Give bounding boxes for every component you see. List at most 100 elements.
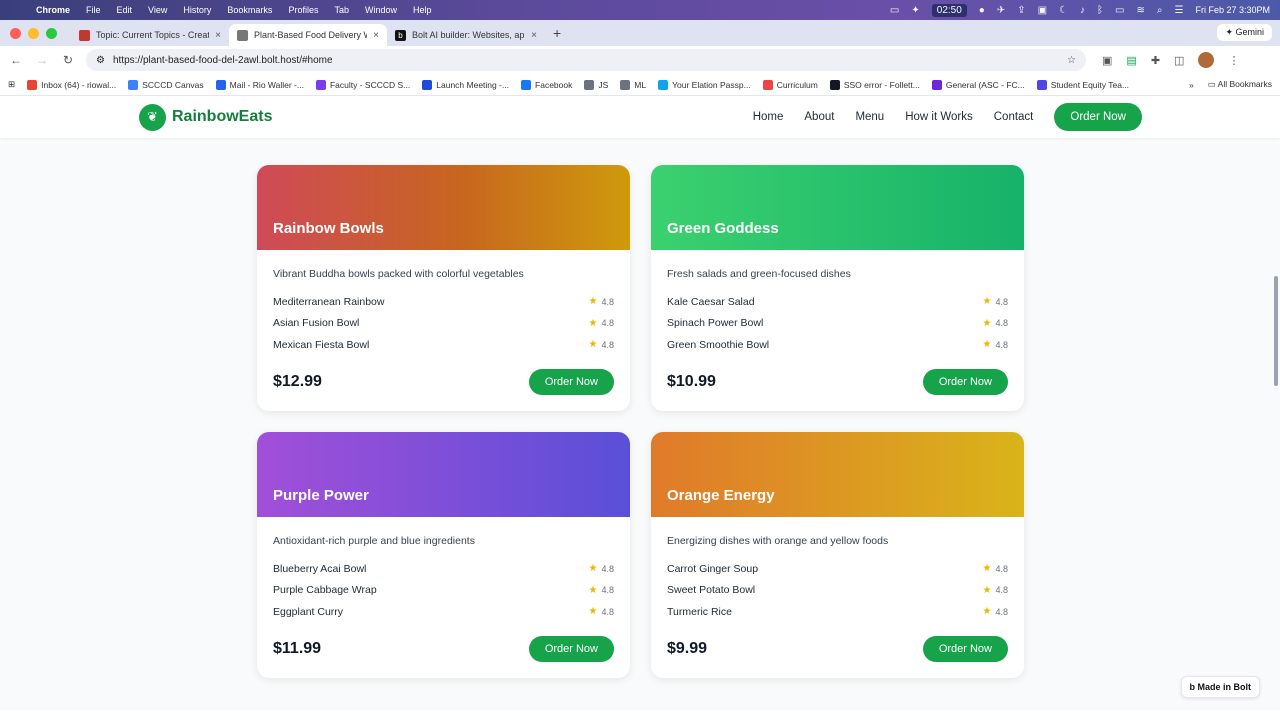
new-tab-button[interactable]: + <box>553 25 561 41</box>
airplane-icon[interactable]: ✈ <box>997 5 1005 16</box>
bookmark-item[interactable]: Your Elation Passp... <box>658 79 751 90</box>
battery-icon[interactable]: ▭ <box>1115 5 1124 16</box>
chrome-menu-icon[interactable]: ⋮ <box>1228 54 1239 67</box>
made-in-bolt-badge[interactable]: b Made in Bolt <box>1180 676 1260 698</box>
menu-item-row[interactable]: Blueberry Acai Bowl ★ 4.8 <box>273 558 614 580</box>
chevron-double-right-icon[interactable]: » <box>1189 80 1194 90</box>
address-bar[interactable]: ⚙ https://plant-based-food-del-2awl.bolt… <box>86 49 1086 71</box>
menu-file[interactable]: File <box>86 5 101 15</box>
close-tab-icon[interactable]: × <box>215 30 221 41</box>
tab-bolt[interactable]: b Bolt AI builder: Websites, app × <box>387 24 545 46</box>
sparkle-icon[interactable]: ✦ <box>911 5 919 16</box>
apps-grid-icon[interactable]: ⊞ <box>8 79 15 90</box>
control-center-icon[interactable]: ☰ <box>1175 5 1184 16</box>
bookmark-item[interactable]: ML <box>620 79 646 90</box>
tab-plant-based-food[interactable]: Plant-Based Food Delivery W × <box>229 24 387 46</box>
star-icon: ★ <box>982 584 992 596</box>
upload-icon[interactable]: ⇪ <box>1017 5 1025 16</box>
gemini-button[interactable]: ✦ Gemini <box>1217 24 1272 41</box>
back-arrow-icon[interactable]: ← <box>8 53 24 67</box>
nav-how-it-works[interactable]: How it Works <box>905 111 973 123</box>
bookmark-label: General (ASC - FC... <box>945 79 1025 90</box>
menu-help[interactable]: Help <box>413 5 432 15</box>
nav-home[interactable]: Home <box>753 111 784 123</box>
card-order-now-button[interactable]: Order Now <box>922 369 1008 395</box>
close-tab-icon[interactable]: × <box>373 30 379 41</box>
screen-icon[interactable]: ▭ <box>890 5 899 16</box>
menu-item-row[interactable]: Turmeric Rice ★ 4.8 <box>667 601 1008 623</box>
bookmark-item[interactable]: Mail - Rio Waller -... <box>215 79 304 90</box>
header-order-now-button[interactable]: Order Now <box>1054 103 1142 131</box>
tab-label: Topic: Current Topics - Creat <box>96 30 210 40</box>
reload-icon[interactable]: ↻ <box>60 53 76 67</box>
menu-item-row[interactable]: Sweet Potato Bowl ★ 4.8 <box>667 580 1008 602</box>
menu-item-row[interactable]: Purple Cabbage Wrap ★ 4.8 <box>273 580 614 602</box>
nav-contact[interactable]: Contact <box>994 111 1034 123</box>
bookmark-item[interactable]: General (ASC - FC... <box>931 79 1025 90</box>
clock[interactable]: Fri Feb 27 3:30PM <box>1195 5 1270 15</box>
profile-avatar[interactable] <box>1198 52 1215 68</box>
menu-item-row[interactable]: Kale Caesar Salad ★ 4.8 <box>667 291 1008 313</box>
side-panel-icon[interactable]: ◫ <box>1174 54 1184 67</box>
forward-arrow-icon[interactable]: → <box>34 53 50 67</box>
bookmark-item[interactable]: Faculty - SCCCD S... <box>315 79 411 90</box>
extension-icon[interactable]: ▣ <box>1102 54 1112 67</box>
menu-item-row[interactable]: Mexican Fiesta Bowl ★ 4.8 <box>273 334 614 356</box>
extensions-puzzle-icon[interactable]: ✚ <box>1151 54 1160 67</box>
menu-window[interactable]: Window <box>365 5 397 15</box>
spotlight-icon[interactable]: ⌕ <box>1157 5 1163 16</box>
bookmark-label: Facebook <box>535 79 573 90</box>
menu-history[interactable]: History <box>183 5 211 15</box>
menu-bookmarks[interactable]: Bookmarks <box>227 5 272 15</box>
recording-timer[interactable]: 02:50 <box>931 3 967 17</box>
menu-profiles[interactable]: Profiles <box>288 5 318 15</box>
minimize-window-button[interactable] <box>28 27 39 39</box>
zoom-window-button[interactable] <box>46 27 57 39</box>
brand-logo[interactable]: ❦ RainbowEats <box>139 103 272 131</box>
nav-menu[interactable]: Menu <box>855 111 884 123</box>
menu-view[interactable]: View <box>148 5 167 15</box>
moon-icon[interactable]: ☾ <box>1059 5 1068 16</box>
bookmark-item[interactable]: SCCCD Canvas <box>128 79 204 90</box>
bookmark-label: Faculty - SCCCD S... <box>329 79 411 90</box>
site-info-icon[interactable]: ⚙ <box>96 55 105 66</box>
bookmark-item[interactable]: Launch Meeting -... <box>422 79 509 90</box>
globe-favicon-icon <box>237 29 248 41</box>
menu-item-row[interactable]: Carrot Ginger Soup ★ 4.8 <box>667 558 1008 580</box>
menu-item-row[interactable]: Mediterranean Rainbow ★ 4.8 <box>273 291 614 313</box>
menu-tab[interactable]: Tab <box>334 5 349 15</box>
card-body: Antioxidant-rich purple and blue ingredi… <box>257 517 630 678</box>
menu-item-row[interactable]: Eggplant Curry ★ 4.8 <box>273 601 614 623</box>
url-text[interactable]: https://plant-based-food-del-2awl.bolt.h… <box>113 55 333 66</box>
close-window-button[interactable] <box>10 27 21 39</box>
volume-icon[interactable]: ♪ <box>1080 5 1085 16</box>
record-stop-icon[interactable]: ● <box>979 5 985 16</box>
lock-icon[interactable]: ▣ <box>1038 5 1047 16</box>
bookmark-item[interactable]: Curriculum <box>762 79 818 90</box>
close-tab-icon[interactable]: × <box>531 30 537 41</box>
bookmark-item[interactable]: Student Equity Tea... <box>1036 79 1129 90</box>
bookmark-item[interactable]: Inbox (64) - riowal... <box>27 79 116 90</box>
card-order-now-button[interactable]: Order Now <box>528 636 614 662</box>
menu-item-name: Eggplant Curry <box>273 605 344 618</box>
bookmark-item[interactable]: JS <box>584 79 608 90</box>
page-scrollbar[interactable] <box>1274 276 1278 386</box>
nav-about[interactable]: About <box>804 111 834 123</box>
bookmark-item[interactable]: SSO error - Follett... <box>829 79 920 90</box>
menu-app[interactable]: Chrome <box>36 5 70 15</box>
bookmark-star-icon[interactable]: ☆ <box>1067 55 1076 66</box>
menu-item-row[interactable]: Spinach Power Bowl ★ 4.8 <box>667 313 1008 335</box>
card-order-now-button[interactable]: Order Now <box>922 636 1008 662</box>
sheets-extension-icon[interactable]: ▤ <box>1126 54 1136 67</box>
menu-item-row[interactable]: Asian Fusion Bowl ★ 4.8 <box>273 313 614 335</box>
menu-item-row[interactable]: Green Smoothie Bowl ★ 4.8 <box>667 334 1008 356</box>
bookmark-item[interactable]: Facebook <box>521 79 573 90</box>
wifi-icon[interactable]: ≋ <box>1137 5 1145 16</box>
tab-label: Plant-Based Food Delivery W <box>254 30 368 40</box>
card-order-now-button[interactable]: Order Now <box>528 369 614 395</box>
all-bookmarks-button[interactable]: ▭ All Bookmarks <box>1208 79 1272 90</box>
menu-edit[interactable]: Edit <box>117 5 133 15</box>
tab-topic[interactable]: Topic: Current Topics - Creat × <box>71 24 229 46</box>
bluetooth-icon[interactable]: ᛒ <box>1097 5 1103 16</box>
rating-value: 4.8 <box>995 585 1008 596</box>
